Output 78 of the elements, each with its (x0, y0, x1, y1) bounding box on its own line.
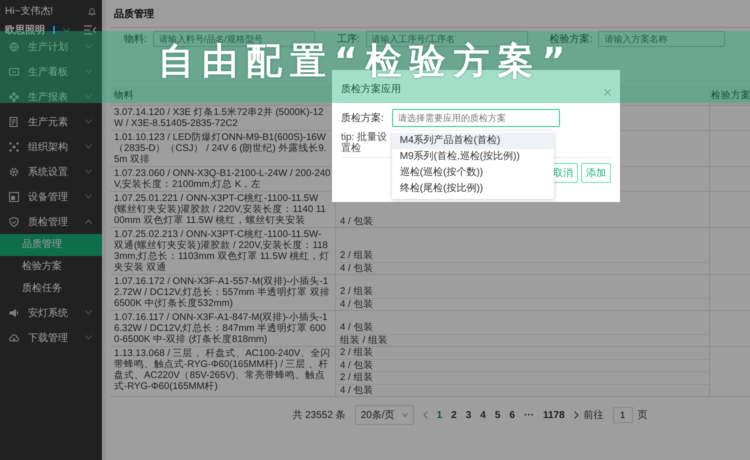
menu-item[interactable]: 生产元素 (0, 109, 102, 134)
page-link[interactable]: ··· (524, 410, 534, 420)
column-header: 检验方案 (709, 87, 750, 105)
table-cell: 1.13.13.068 / 三层 、杆盘式、AC100-240V、全闪带蜂鸣、触点式-RYG-Φ60(165MM杆) / 三层 、杆盘式、AC220V（85V-265V)、常亮带蜂鸣、触点式-RYG-Φ60(165MM杆) (110, 347, 336, 396)
chevron-up-icon (85, 219, 92, 224)
menu-item[interactable]: 系统设置 (0, 159, 102, 184)
table-cell: 2 / 组装 (336, 286, 709, 298)
table-cell-text: 4 / 包装 (339, 216, 374, 227)
tip-text: tip: 批量设置检 (341, 132, 388, 154)
page-link[interactable]: 2 (451, 410, 457, 420)
table-cell: 4 / 包装 (336, 322, 709, 334)
menu-collapse-icon[interactable] (84, 25, 96, 35)
table-cell: 1.07.16.117 / ONN-X3F-A1-847-M(双排)-小插头-16.32W / DC12V,灯总长：847mm 半透明灯罩 6000-6500K 中-双排 (灯条长度818mm) (110, 311, 336, 346)
megaphone-icon (9, 308, 19, 318)
chevron-down-icon (85, 335, 92, 340)
document-icon (9, 116, 19, 126)
table-cell-text: 4 / 包装 (339, 262, 374, 274)
filter-label: 检验方案: (550, 32, 592, 46)
table-cell: 4 / 包装 (336, 360, 709, 372)
device-icon (9, 192, 19, 202)
table-cell: 2 / 组装 (336, 372, 709, 384)
table-cell-text: 组装 / 组装 (339, 334, 389, 346)
menu-item[interactable]: 下载管理 (0, 325, 102, 350)
chevron-down-icon (85, 94, 92, 99)
cloud-icon (9, 332, 19, 342)
submenu-item[interactable]: 检验方案 (0, 256, 102, 278)
chevron-down-icon (85, 144, 92, 149)
globe-icon (9, 42, 19, 52)
grid-icon (9, 92, 19, 102)
gear-icon (9, 166, 19, 176)
page-number-field[interactable]: 1 (612, 407, 633, 423)
menu-item[interactable]: 组织架构 (0, 134, 102, 159)
chevron-down-icon (402, 413, 408, 417)
table-cell: 1.07.16.172 / ONN-X3F-A1-557-M(双排)-小插头-12.72W / DC12V,灯总长：557mm 半透明灯罩 双排6500K 中(灯条长度532mm) (110, 275, 336, 310)
filter-label: 物料: (124, 32, 147, 46)
page-link[interactable]: 1178 (542, 410, 565, 420)
dialog-title: 质检方案应用 (341, 82, 401, 96)
page-link[interactable]: 6 (509, 410, 515, 420)
page-link[interactable]: 5 (494, 410, 500, 420)
page-link[interactable]: 4 (480, 410, 486, 420)
menu-item[interactable]: 设备管理 (0, 184, 102, 209)
chevron-down-icon[interactable] (63, 28, 70, 32)
page-link[interactable]: 3 (466, 410, 472, 420)
table-cell: 2 / 组装 (336, 250, 709, 262)
filter-input-field[interactable]: 请输入方案名称 (598, 31, 726, 47)
logo-icon (48, 24, 60, 36)
dropdown-option[interactable]: M9系列(首检,巡检(按比例)) (392, 149, 554, 165)
chevron-down-icon (85, 44, 92, 49)
page-title: 品质管理 (114, 8, 154, 20)
page-suffix: 页 (638, 409, 648, 422)
chevron-down-icon (85, 194, 92, 199)
bell-icon[interactable] (88, 6, 96, 16)
table-cell: 1.07.25.02.213 / ONN-X3PT-C桃红-1100-11.5W-双通(螺丝钉夹安装)灌胶款 / 220V,安装长度：1183mm,灯总长：1103mm 双色灯罩 11.5W 桃红，灯夹安装 双通 (110, 228, 336, 274)
chevron-down-icon (85, 310, 92, 315)
chevron-down-icon (85, 169, 92, 174)
chevron-down-icon (85, 69, 92, 74)
monitor-icon (9, 66, 19, 76)
chevron-right-icon[interactable] (574, 411, 579, 419)
page-link[interactable]: 1 (436, 410, 442, 420)
company-name: 欧思照明 (5, 24, 45, 37)
dropdown-option[interactable]: 终检(尾检(按比例)) (392, 181, 554, 197)
menu-item[interactable]: 质检管理 (0, 209, 102, 234)
table-cell-text: 4 / 包装 (339, 298, 374, 310)
table-cell-text: 4 / 包装 (339, 384, 374, 396)
dropdown-option[interactable]: M4系列产品首检(首检) (392, 133, 554, 149)
page-size-select[interactable]: 20条/页 (354, 405, 414, 425)
submenu-item[interactable]: 质检任务 (0, 278, 102, 300)
shield-icon (9, 216, 19, 226)
field-label: 质检方案: (341, 112, 384, 125)
total-count: 共 23552 条 (292, 408, 346, 422)
network-icon (9, 142, 19, 152)
jump-label: 前往 (584, 408, 604, 422)
greeting-text: Hi~支伟杰! (5, 4, 54, 18)
menu-item[interactable]: 安灯系统 (0, 300, 102, 325)
scheme-select-field[interactable]: 请选择需要应用的质检方案 (392, 109, 560, 127)
chevron-down-icon (85, 119, 92, 124)
table-cell: 2 / 组装 (336, 347, 709, 360)
filter-label: 工序: (336, 32, 360, 46)
